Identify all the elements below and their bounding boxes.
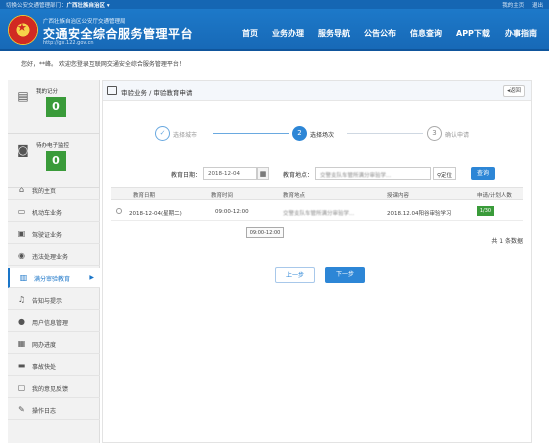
sidebar-item-notice[interactable]: ♫ 告知与提示 xyxy=(8,290,100,310)
date-input[interactable]: 2018-12-04 xyxy=(203,167,257,180)
capacity-badge: 1/30 xyxy=(477,206,494,216)
nav-app-download[interactable]: APP下载 xyxy=(456,28,490,39)
place-value: 交警支队车管所满分审验学... xyxy=(320,173,392,179)
place-label: 教育地点： xyxy=(283,172,314,179)
time-tooltip: 09:00-12:00 xyxy=(246,227,284,238)
query-button[interactable]: 查询 xyxy=(471,167,495,180)
sidebar-item-vehicle[interactable]: ▭ 机动车业务 xyxy=(8,202,100,222)
breadcrumb: 审验业务 / 审验教育申请 xyxy=(121,89,193,97)
log-icon: ✎ xyxy=(18,405,25,414)
nav-info-query[interactable]: 信息查询 xyxy=(410,28,442,39)
sidebar-item-license[interactable]: ▣ 驾驶证业务 xyxy=(8,224,100,244)
back-button[interactable]: ◂返回 xyxy=(503,85,525,97)
bell-icon: ♫ xyxy=(17,295,26,304)
progress-icon: ▦ xyxy=(17,339,26,348)
step-indicator: ✓ 选择城市 2 选择场次 3 确认申请 xyxy=(155,126,469,142)
home-icon: ⌂ xyxy=(18,185,25,194)
police-emblem-icon xyxy=(8,15,38,45)
step-2-label: 选择场次 xyxy=(310,132,335,139)
sidebar-item-progress[interactable]: ▦ 网办进度 xyxy=(8,334,100,354)
calendar-icon[interactable]: ▦ xyxy=(257,167,269,180)
monitor-icon xyxy=(107,86,117,95)
prev-step-button[interactable]: 上一步 xyxy=(275,267,315,283)
nav-guide[interactable]: 办事指南 xyxy=(505,28,537,39)
sidebar-item-user-info[interactable]: ● 用户信息管理 xyxy=(8,312,100,332)
nav-home[interactable]: 首页 xyxy=(242,28,258,39)
step-2-badge: 2 xyxy=(292,126,307,141)
back-label: 返回 xyxy=(509,88,521,94)
row-place: 交警支队车管所满分审验学... xyxy=(283,211,355,217)
sidebar-item-label: 满分审验教育 xyxy=(34,276,71,283)
date-label: 教育日期： xyxy=(171,172,202,179)
next-step-button[interactable]: 下一步 xyxy=(325,267,365,283)
sidebar-item-label: 我的主页 xyxy=(32,188,57,195)
doc-icon: ▥ xyxy=(19,273,28,282)
place-select[interactable]: 交警支队车管所满分审验学... xyxy=(315,167,431,180)
score-label: 我的记分 xyxy=(36,89,59,95)
site-header: 广西壮族自治区公安厅交通管理局 交通安全综合服务管理平台 http://gx.1… xyxy=(0,9,549,51)
row-radio[interactable] xyxy=(116,208,122,214)
sidebar-item-education[interactable]: ▥ 满分审验教育 ▶ xyxy=(8,268,100,288)
user-links: 我的主页 退出 xyxy=(496,1,543,9)
sidebar-item-label: 机动车业务 xyxy=(32,210,63,217)
sidebar-item-label: 我的意见反馈 xyxy=(32,386,69,393)
row-time: 09:00-12:00 xyxy=(215,209,249,215)
sidebar-item-accident[interactable]: ▬ 事故快处 xyxy=(8,356,100,376)
org-name: 广西壮族自治区公安厅交通管理局 xyxy=(43,19,126,25)
locate-label: 定位 xyxy=(441,173,453,179)
user-icon: ● xyxy=(18,317,25,326)
table-header: 教育日期 教育时间 教育地点 授课内容 申请/计划人数 xyxy=(111,187,523,200)
chevron-right-icon: ▶ xyxy=(89,274,94,281)
sidebar-item-label: 驾驶证业务 xyxy=(32,232,63,239)
sidebar-item-label: 网办进度 xyxy=(32,342,57,349)
sidebar-item-label: 事故快处 xyxy=(32,364,57,371)
filter-bar: 教育日期： 2018-12-04 ▦ 教育地点： 交警支队车管所满分审验学...… xyxy=(103,167,531,181)
car-icon: ▭ xyxy=(17,207,26,216)
step-1-check-icon: ✓ xyxy=(155,126,170,141)
row-date: 2018-12-04(星期二) xyxy=(129,211,182,217)
locate-button[interactable]: ⚲定位 xyxy=(433,167,457,180)
site-url: http://gx.122.gov.cn xyxy=(43,40,94,46)
violation-label: 待办电子监控 xyxy=(36,143,70,149)
sidebar-item-label: 告知与提示 xyxy=(32,298,63,305)
nav-announcements[interactable]: 公告公布 xyxy=(364,28,396,39)
surveillance-camera-icon: ◙ xyxy=(17,143,29,157)
col-place: 教育地点 xyxy=(283,193,306,199)
welcome-message: 您好，**峰。 欢迎您登录互联网交通安全综合服务管理平台！ xyxy=(21,61,185,68)
score-card[interactable]: ▤ 我的记分 0 xyxy=(8,80,100,134)
sidebar-item-label: 用户信息管理 xyxy=(32,320,69,327)
step-3-badge: 3 xyxy=(427,126,442,141)
sidebar-item-violation[interactable]: ◉ 违法处理业务 xyxy=(8,246,100,266)
col-content: 授课内容 xyxy=(387,193,410,199)
accident-icon: ▬ xyxy=(17,361,26,370)
scorecard-icon: ▤ xyxy=(17,89,29,103)
step-1-label: 选择城市 xyxy=(173,132,198,139)
row-content: 2018.12.04阳谷审验学习 xyxy=(387,211,452,217)
sidebar-item-log[interactable]: ✎ 操作日志 xyxy=(8,400,100,420)
table-row[interactable]: 2018-12-04(星期二) 09:00-12:00 交警支队车管所满分审验学… xyxy=(111,203,523,221)
col-time: 教育时间 xyxy=(211,193,234,199)
sidebar-item-feedback[interactable]: ▢ 我的意见反馈 xyxy=(8,378,100,398)
step-connector xyxy=(213,133,289,134)
violation-value: 0 xyxy=(46,151,66,171)
breadcrumb-bar: 审验业务 / 审验教育申请 ◂返回 xyxy=(103,81,531,101)
col-date: 教育日期 xyxy=(133,193,156,199)
score-value: 0 xyxy=(46,97,66,117)
license-icon: ▣ xyxy=(17,229,26,238)
sidebar-item-home[interactable]: ⌂ 我的主页 xyxy=(8,180,100,200)
sidebar-item-label: 操作日志 xyxy=(32,408,57,415)
feedback-icon: ▢ xyxy=(17,383,26,392)
sidebar-item-label: 违法处理业务 xyxy=(32,254,69,261)
main-panel: 审验业务 / 审验教育申请 ◂返回 ✓ 选择城市 2 选择场次 3 确认申请 教… xyxy=(102,80,532,443)
top-utility-bar: 切换公安交通管理部门：广西壮族自治区 ▾ 我的主页 退出 xyxy=(0,0,549,9)
region-switcher[interactable]: 切换公安交通管理部门：广西壮族自治区 ▾ xyxy=(6,1,110,9)
sidebar: ▤ 我的记分 0 ◙ 待办电子监控 0 ⌂ 我的主页 ▭ 机动车业务 ▣ 驾驶证… xyxy=(8,80,100,443)
nav-service-guide[interactable]: 服务导航 xyxy=(318,28,350,39)
total-count: 共 1 条数据 xyxy=(491,238,523,245)
nav-business[interactable]: 业务办理 xyxy=(272,28,304,39)
step-3-label: 确认申请 xyxy=(445,132,470,139)
col-capacity: 申请/计划人数 xyxy=(477,193,512,199)
camera-icon: ◉ xyxy=(18,251,25,260)
step-connector xyxy=(347,133,423,134)
